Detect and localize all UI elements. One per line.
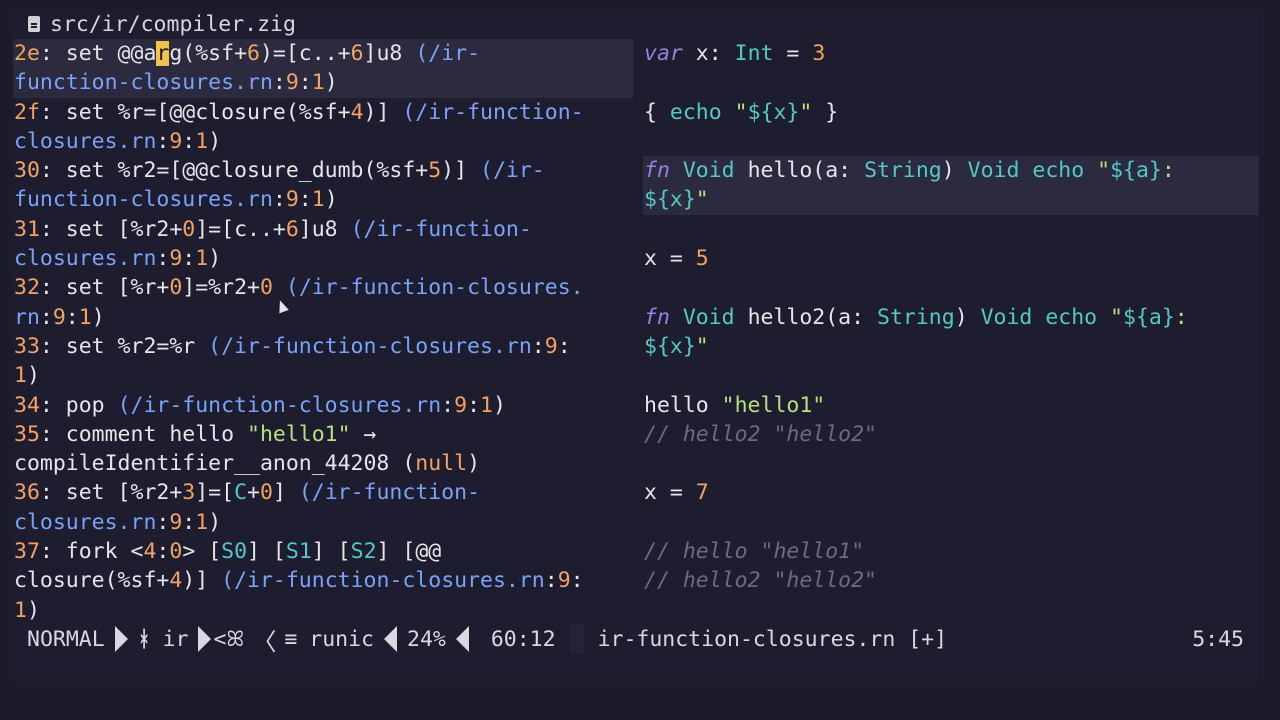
pane-divider xyxy=(569,624,584,654)
left-editor-pane[interactable]: 2e: set @@arg(%sf+6)=[c..+6]u8 (/ir- fun… xyxy=(13,39,633,625)
git-branch-icon: ᚼ xyxy=(137,626,151,652)
code-line[interactable]: closures.rn:9:1) xyxy=(13,127,633,156)
cursor-position: 60:12 xyxy=(490,626,556,652)
code-line[interactable]: x = 5 xyxy=(643,244,1259,273)
code-line[interactable]: fn Void hello2(a: String) Void echo "${a… xyxy=(643,303,1259,332)
code-line[interactable] xyxy=(643,508,1259,537)
code-line[interactable]: 35: comment hello "hello1" → xyxy=(13,420,633,449)
code-line[interactable] xyxy=(643,215,1259,244)
code-line[interactable]: closure(%sf+4)] (/ir-function-closures.r… xyxy=(13,566,633,595)
code-line[interactable]: compileIdentifier__anon_44208 (null) xyxy=(13,449,633,478)
git-branch-label: ir xyxy=(162,626,189,652)
text-cursor: r xyxy=(156,41,170,66)
code-line[interactable] xyxy=(643,449,1259,478)
status-line: NORMAL ᚼ ir <ꕤ 〈 ≡ runic 24% 60:12 ir-fu… xyxy=(12,624,1259,656)
filetype-label: runic xyxy=(309,626,374,652)
code-line[interactable] xyxy=(643,361,1259,390)
code-line[interactable]: var x: Int = 3 xyxy=(643,39,1259,68)
mode-indicator: NORMAL xyxy=(27,626,105,652)
right-pane-filename: ir-function-closures.rn [+] xyxy=(597,626,948,652)
code-line[interactable]: rn:9:1) xyxy=(13,303,633,332)
code-line[interactable]: closures.rn:9:1) xyxy=(13,244,633,273)
code-line[interactable]: 31: set [%r2+0]=[c..+6]u8 (/ir-function- xyxy=(13,215,633,244)
separator-right-icon xyxy=(198,626,212,652)
code-line[interactable]: 2f: set %r=[@@closure(%sf+4)] (/ir-funct… xyxy=(13,98,633,127)
separator-left-thin-icon: 〈 xyxy=(252,627,277,656)
separator-left-icon xyxy=(455,626,469,652)
code-line[interactable]: 37: fork <4:0> [S0] [S1] [S2] [@@ xyxy=(13,537,633,566)
terminal-window: src/ir/compiler.zig 2e: set @@arg(%sf+6)… xyxy=(12,10,1259,683)
code-line[interactable]: // hello2 "hello2" xyxy=(643,566,1259,595)
scroll-percent: 24% xyxy=(407,626,446,652)
code-line[interactable]: ${x}" xyxy=(643,185,1259,215)
code-line[interactable]: 33: set %r2=%r (/ir-function-closures.rn… xyxy=(13,332,633,361)
code-line[interactable]: hello "hello1" xyxy=(643,391,1259,420)
code-line[interactable]: 36: set [%r2+3]=[C+0] (/ir-function- xyxy=(13,478,633,507)
code-line[interactable] xyxy=(643,127,1259,156)
separator-right-icon xyxy=(114,626,128,652)
separator-left-icon xyxy=(384,626,397,652)
title-bar: src/ir/compiler.zig xyxy=(26,10,1026,38)
code-line[interactable] xyxy=(643,68,1259,97)
code-line[interactable]: x = 7 xyxy=(643,478,1259,507)
file-icon xyxy=(28,16,40,32)
code-line[interactable]: // hello2 "hello2" xyxy=(643,420,1259,449)
lines-icon: ≡ xyxy=(284,626,298,652)
code-line[interactable]: 34: pop (/ir-function-closures.rn:9:1) xyxy=(13,391,633,420)
code-line[interactable]: function-closures.rn:9:1) xyxy=(13,68,633,98)
diff-indicator: <ꕤ xyxy=(213,626,245,652)
code-line[interactable]: function-closures.rn:9:1) xyxy=(13,185,633,214)
code-line[interactable]: 1) xyxy=(13,596,633,625)
code-line[interactable]: ${x}" xyxy=(643,332,1259,361)
right-pane-position: 5:45 xyxy=(1192,626,1244,652)
code-line[interactable]: 2e: set @@arg(%sf+6)=[c..+6]u8 (/ir- xyxy=(13,39,633,69)
window-title: src/ir/compiler.zig xyxy=(50,11,296,37)
code-line[interactable]: { echo "${x}" } xyxy=(643,98,1259,127)
right-editor-pane[interactable]: var x: Int = 3 { echo "${x}" } fn Void h… xyxy=(643,39,1259,596)
code-line[interactable]: closures.rn:9:1) xyxy=(13,508,633,537)
code-line[interactable]: 30: set %r2=[@@closure_dumb(%sf+5)] (/ir… xyxy=(13,156,633,185)
code-line[interactable]: 1) xyxy=(13,361,633,390)
code-line[interactable] xyxy=(643,273,1259,302)
code-line[interactable]: fn Void hello(a: String) Void echo "${a}… xyxy=(643,156,1259,186)
code-line[interactable]: // hello "hello1" xyxy=(643,537,1259,566)
code-line[interactable]: 32: set [%r+0]=%r2+0 (/ir-function-closu… xyxy=(13,273,633,302)
